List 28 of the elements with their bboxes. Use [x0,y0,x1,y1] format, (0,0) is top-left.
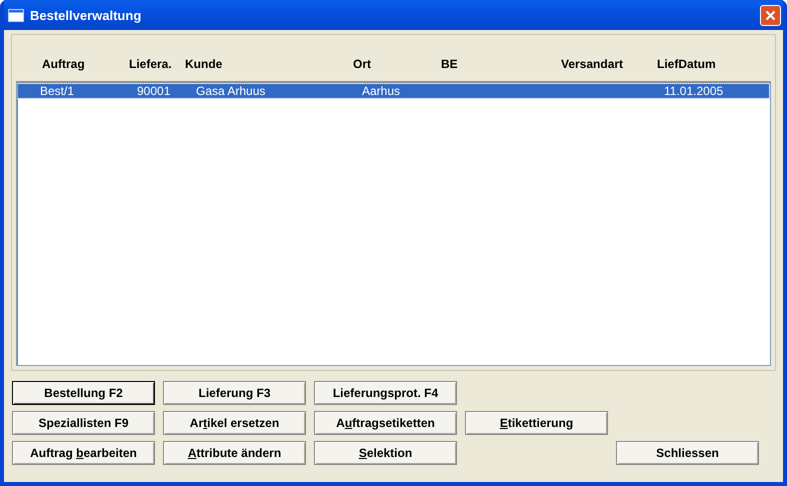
column-header: Versandart [561,57,624,71]
column-header: Liefera. [129,57,173,71]
column-header: Auftrag [42,57,86,71]
dialog-button[interactable]: Auftrag bearbeiten [12,441,155,465]
table-cell-text: Gasa Arhuus [196,84,266,98]
dialog-button[interactable]: Speziallisten F9 [12,411,155,435]
table-cell-text: 11.01.2005 [664,84,724,98]
window-title: Bestellverwaltung [30,8,142,22]
dialog-button[interactable]: Selektion [314,441,457,465]
dialog-button[interactable]: Artikel ersetzen [163,411,306,435]
dialog-button[interactable]: Bestellung F2 [12,381,155,405]
table-cell-text: Best/1 [39,84,76,98]
dialog-button[interactable]: Schliessen [616,441,759,465]
dialog-button[interactable]: Lieferung F3 [163,381,306,405]
dialog-button[interactable]: Lieferungsprot. F4 [314,381,457,405]
column-header: Ort [353,57,372,71]
close-button[interactable] [760,4,781,26]
close-icon [765,10,776,20]
dialog-button[interactable]: Attribute ändern [163,441,306,465]
dialog-button[interactable]: Auftragsetiketten [314,411,457,435]
column-header: Kunde [185,57,224,71]
window-icon [8,8,24,22]
column-header: LiefDatum [657,57,717,71]
list-row[interactable]: Best/1 90001 Gasa Arhuus Aarhus 11.01.2005 [18,84,769,98]
table-cell-text: 90001 [137,84,172,98]
dialog-button[interactable]: Etikettierung [465,411,608,435]
column-header: BE [441,57,459,71]
table-cell-text: Aarhus [362,84,402,98]
